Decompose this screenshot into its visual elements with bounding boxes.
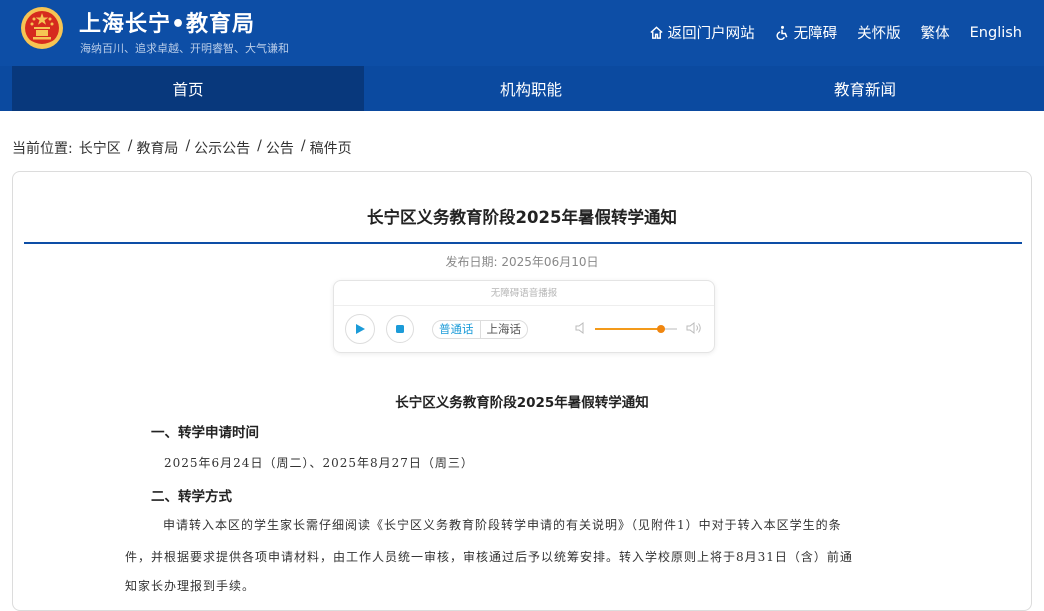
breadcrumb-item[interactable]: 教育局 xyxy=(136,138,178,158)
play-button[interactable] xyxy=(345,314,375,344)
title-divider xyxy=(24,242,1022,244)
breadcrumb-separator: / xyxy=(257,138,262,154)
site-slogan: 海纳百川、追求卓越、开明睿智、大气谦和 xyxy=(80,42,289,55)
english-label: English xyxy=(969,24,1022,41)
article-panel: 长宁区义务教育阶段2025年暑假转学通知 发布日期: 2025年06月10日 无… xyxy=(12,171,1032,611)
paragraph-line: 知家长办理报到手续。 xyxy=(125,579,256,593)
traditional-chinese-label: 繁体 xyxy=(920,26,950,42)
volume-high-icon xyxy=(686,322,701,334)
breadcrumb-separator: / xyxy=(185,138,191,154)
paragraph-line: 2025年6月24日（周二）、2025年8月27日（周三） xyxy=(164,456,474,470)
article-title: 长宁区义务教育阶段2025年暑假转学通知 xyxy=(367,208,677,227)
accessibility-link[interactable]: 无障碍 xyxy=(775,22,838,43)
national-emblem-icon xyxy=(21,7,63,49)
home-icon xyxy=(650,26,663,39)
stop-icon xyxy=(396,325,404,333)
paragraph-line: 件，并根据要求提供各项申请材料，由工作人员统一审核，审核通过后予以统筹安排。转入… xyxy=(125,550,853,564)
main-nav: 首页 机构职能 教育新闻 xyxy=(0,66,1044,111)
breadcrumb-separator: / xyxy=(127,138,133,154)
body-title: 长宁区义务教育阶段2025年暑假转学通知 xyxy=(395,395,649,411)
accessibility-link-label: 无障碍 xyxy=(793,26,838,42)
breadcrumb-item[interactable]: 长宁区 xyxy=(79,138,121,158)
accessibility-icon xyxy=(776,25,788,40)
site-header: 上海长宁•教育局 海纳百川、追求卓越、开明睿智、大气谦和 返回门户网站 无障碍 … xyxy=(0,0,1044,66)
stop-button[interactable] xyxy=(386,315,414,343)
nav-item-news[interactable]: 教育新闻 xyxy=(698,66,1032,111)
volume-slider[interactable] xyxy=(595,325,677,333)
lang-mandarin[interactable]: 普通话 xyxy=(433,321,481,338)
nav-item-functions[interactable]: 机构职能 xyxy=(364,66,698,111)
breadcrumb-separator: / xyxy=(300,138,306,154)
lang-shanghainese[interactable]: 上海话 xyxy=(481,321,528,338)
audio-player: 无障碍语音播报 普通话 上海话 xyxy=(333,280,715,353)
top-links: 返回门户网站 无障碍 关怀版 繁体 English xyxy=(629,22,1022,43)
publish-date: 发布日期: 2025年06月10日 xyxy=(445,255,599,269)
breadcrumb-current: 稿件页 xyxy=(309,141,352,157)
care-version-label: 关怀版 xyxy=(857,26,901,42)
section-heading: 二、转学方式 xyxy=(151,489,232,505)
paragraph-line: 申请转入本区的学生家长需仔细阅读《长宁区义务教育阶段转学申请的有关说明》（见附件… xyxy=(163,518,842,532)
breadcrumb-item[interactable]: 公告 xyxy=(266,138,294,158)
play-icon xyxy=(356,324,365,334)
english-link[interactable]: English xyxy=(970,25,1022,41)
breadcrumb-item[interactable]: 公示公告 xyxy=(194,138,250,158)
volume-low-icon xyxy=(575,322,584,334)
breadcrumb-prefix: 当前位置: xyxy=(12,141,73,157)
traditional-chinese-link[interactable]: 繁体 xyxy=(921,22,950,43)
portal-link[interactable]: 返回门户网站 xyxy=(649,22,755,43)
language-toggle: 普通话 上海话 xyxy=(432,320,528,339)
portal-link-label: 返回门户网站 xyxy=(667,26,755,42)
site-title[interactable]: 上海长宁•教育局 xyxy=(79,6,255,38)
player-header: 无障碍语音播报 xyxy=(334,281,714,306)
nav-item-home[interactable]: 首页 xyxy=(12,66,364,111)
section-heading: 一、转学申请时间 xyxy=(151,425,259,441)
volume-knob[interactable] xyxy=(656,325,665,333)
breadcrumb: 当前位置: 长宁区 / 教育局 / 公示公告 / 公告 / 稿件页 xyxy=(12,138,352,158)
care-version-link[interactable]: 关怀版 xyxy=(857,22,901,43)
volume-fill xyxy=(595,328,661,330)
